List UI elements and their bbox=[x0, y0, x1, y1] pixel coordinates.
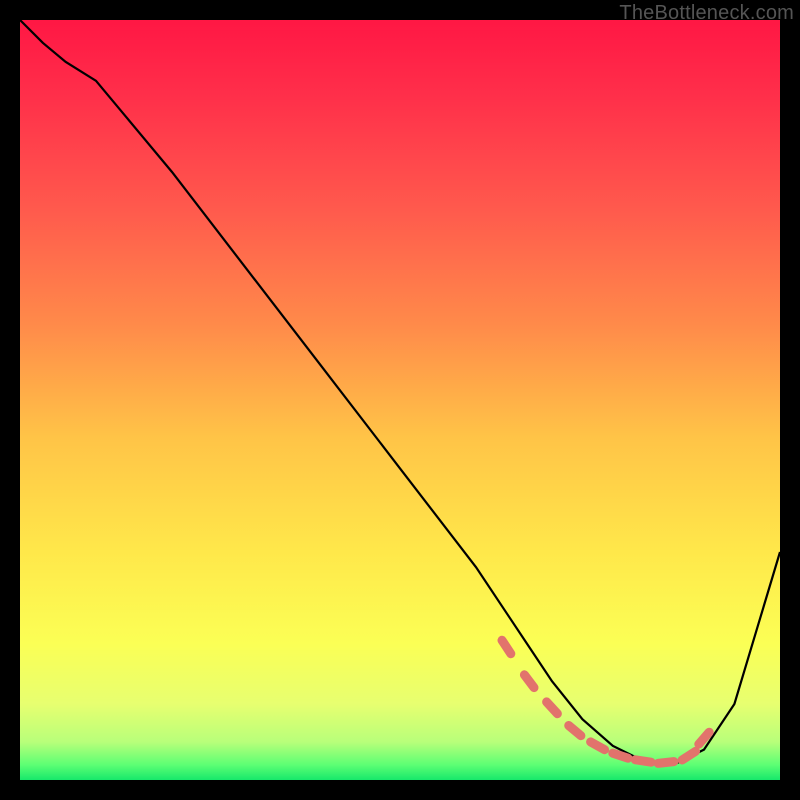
gradient-background bbox=[20, 20, 780, 780]
plot-svg bbox=[20, 20, 780, 780]
optimal-dot bbox=[658, 762, 674, 764]
chart-root: TheBottleneck.com bbox=[0, 0, 800, 800]
optimal-dot bbox=[635, 760, 651, 762]
optimal-dot bbox=[613, 753, 628, 758]
